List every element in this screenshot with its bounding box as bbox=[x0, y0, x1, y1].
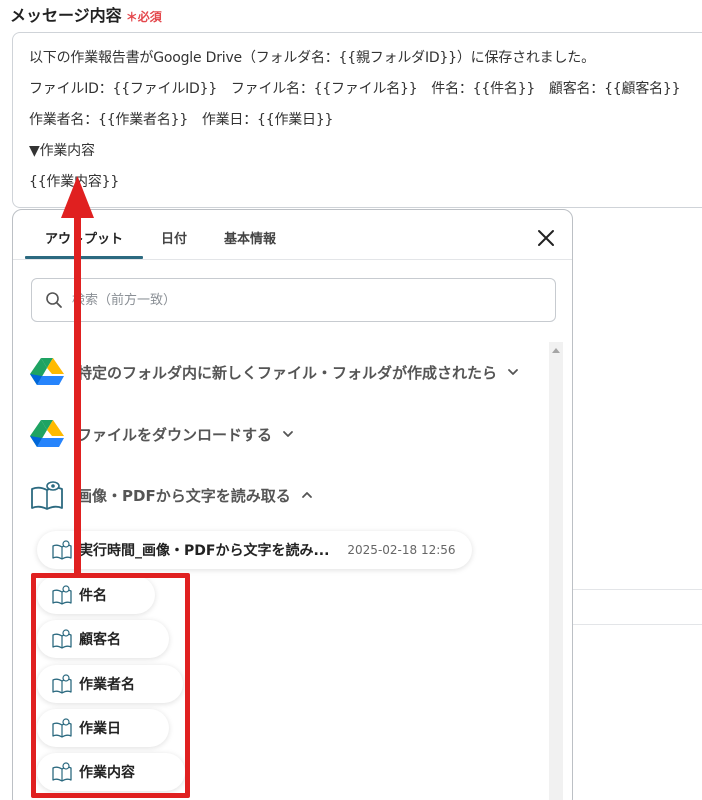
search-box bbox=[31, 278, 556, 322]
chevron-down-icon[interactable] bbox=[282, 428, 294, 440]
group-label: 特定のフォルダ内に新しくファイル・フォルダが作成されたら bbox=[77, 363, 498, 382]
message-line: 以下の作業報告書がGoogle Drive（フォルダ名：{{親フォルダID}}）… bbox=[29, 50, 595, 66]
search-input[interactable] bbox=[72, 289, 542, 311]
tab-output[interactable]: アウトプット bbox=[45, 228, 123, 247]
background-divider bbox=[573, 589, 702, 590]
scrollbar[interactable] bbox=[549, 342, 563, 800]
group-drive-trigger[interactable]: 特定のフォルダ内に新しくファイル・フォルダが作成されたら bbox=[29, 352, 519, 392]
message-textarea[interactable]: 以下の作業報告書がGoogle Drive（フォルダ名：{{親フォルダID}}）… bbox=[12, 32, 702, 208]
tab-date[interactable]: 日付 bbox=[161, 228, 187, 247]
chevron-down-icon[interactable] bbox=[507, 366, 519, 378]
google-drive-icon bbox=[30, 358, 64, 385]
group-ocr[interactable]: 画像・PDFから文字を読み取る bbox=[29, 475, 313, 515]
group-drive-download[interactable]: ファイルをダウンロードする bbox=[29, 414, 294, 454]
group-label: 画像・PDFから文字を読み取る bbox=[77, 486, 291, 505]
annotation-highlight-box bbox=[31, 573, 190, 798]
chevron-up-icon[interactable] bbox=[301, 489, 313, 501]
active-tab-indicator bbox=[25, 256, 143, 259]
close-icon[interactable] bbox=[536, 228, 556, 248]
panel-tabs: アウトプット 日付 基本情報 bbox=[13, 210, 572, 260]
ocr-book-icon bbox=[52, 540, 72, 560]
message-line: 作業者名：{{作業者名}} 作業日：{{作業日}} bbox=[29, 112, 334, 128]
required-mark: ＊必須 bbox=[125, 10, 162, 24]
group-label: ファイルをダウンロードする bbox=[77, 425, 273, 444]
google-drive-icon bbox=[30, 420, 64, 447]
message-line: {{作業内容}} bbox=[29, 174, 120, 190]
search-icon bbox=[46, 292, 62, 308]
output-timestamp: 2025-02-18 12:56 bbox=[347, 543, 456, 557]
tab-basic-info[interactable]: 基本情報 bbox=[224, 228, 276, 247]
message-line: ファイルID：{{ファイルID}} ファイル名：{{ファイル名}} 件名：{{件… bbox=[29, 81, 681, 97]
scroll-up-arrow-icon[interactable] bbox=[552, 348, 560, 353]
ocr-book-eye-icon bbox=[31, 481, 63, 510]
field-label-text: メッセージ内容 bbox=[10, 6, 122, 25]
background-divider bbox=[573, 624, 702, 625]
output-chip-exec-time[interactable]: 実行時間_画像・PDFから文字を読み... 2025-02-18 12:56 bbox=[37, 531, 472, 569]
message-line: ▼作業内容 bbox=[29, 143, 95, 159]
message-field-label: メッセージ内容 ＊必須 bbox=[10, 2, 162, 26]
output-label: 実行時間_画像・PDFから文字を読み... bbox=[79, 543, 330, 559]
